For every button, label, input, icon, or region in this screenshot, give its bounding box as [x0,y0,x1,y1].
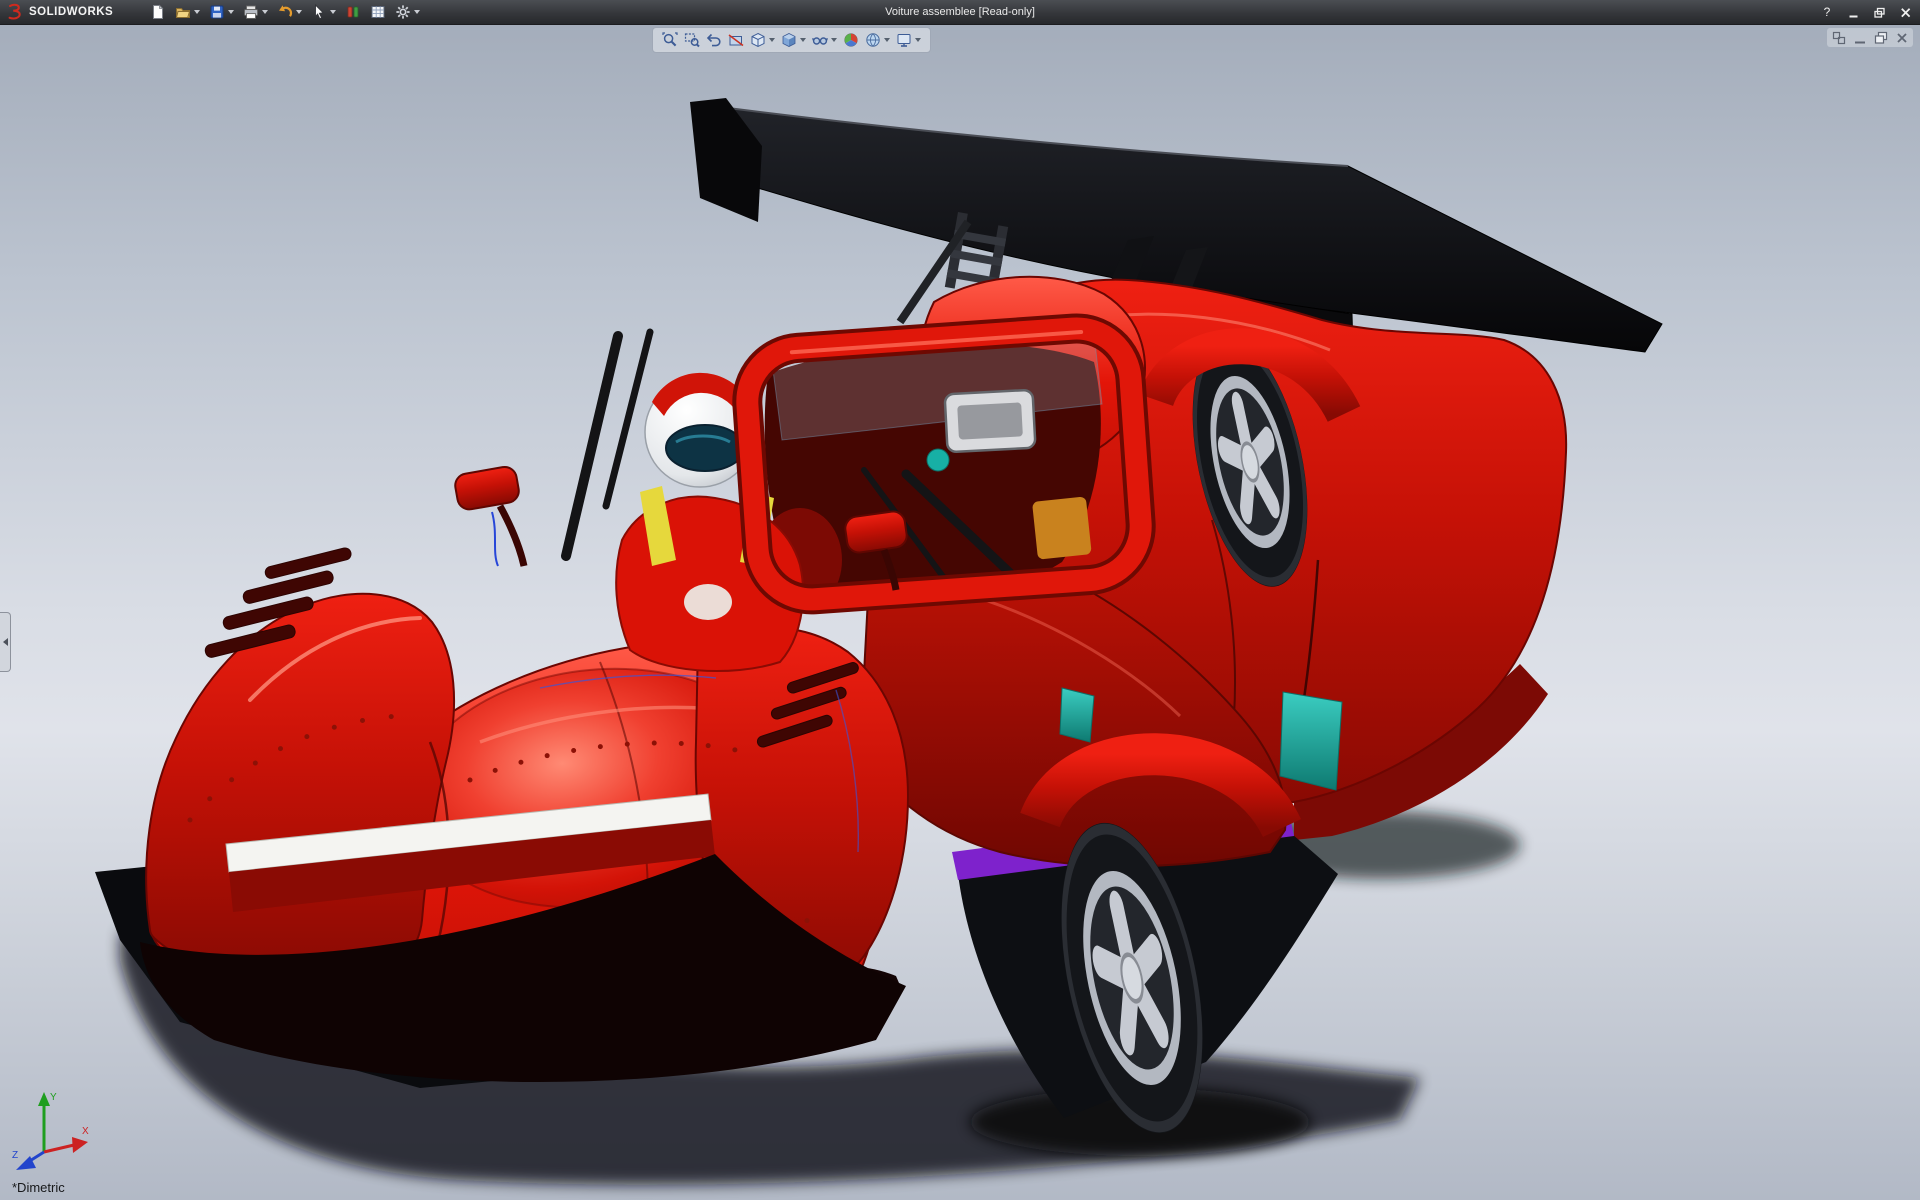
reference-triad: Y X Z [10,1088,96,1174]
doc-minimize-button[interactable] [1852,30,1867,45]
view-orientation-icon [750,32,766,48]
chevron-down-icon [831,38,837,42]
triad-z-label: Z [12,1150,18,1161]
save-button[interactable] [206,2,237,22]
new-document-icon [150,4,166,20]
zoom-to-fit-icon [662,32,678,48]
featuremanager-collapsed-tab[interactable] [0,612,11,672]
display-style-icon [781,32,797,48]
chevron-down-icon [262,10,268,14]
front-left-fender [146,594,454,981]
section-view-icon [728,32,744,48]
view-settings-icon [896,32,912,48]
close-icon [1900,7,1911,18]
app-logo: SOLIDWORKS [0,3,123,21]
new-document-button[interactable] [147,2,169,22]
chevron-down-icon [915,38,921,42]
hide-show-items-icon [812,32,828,48]
chevron-left-icon [3,638,8,646]
titlebar: SOLIDWORKS Voiture assemblee [Read-only]… [0,0,1920,25]
edit-appearance-icon [843,32,859,48]
triad-x-label: X [82,1126,89,1137]
save-icon [209,4,225,20]
options-button[interactable] [392,2,423,22]
chevron-down-icon [884,38,890,42]
previous-view-icon [706,32,722,48]
zoom-to-area-button[interactable] [682,30,702,50]
window-controls: ? [1816,0,1916,24]
zoom-to-area-icon [684,32,700,48]
helmet-visor [666,425,744,471]
heads-up-view-toolbar [652,27,931,53]
doc-restore-icon [1874,31,1888,45]
select-cursor-icon [311,4,327,20]
chevron-down-icon [414,10,420,14]
previous-view-button[interactable] [704,30,724,50]
chevron-down-icon [800,38,806,42]
door-window-teal [1280,692,1342,790]
chevron-down-icon [296,10,302,14]
restore-icon [1874,7,1885,18]
chevron-down-icon [330,10,336,14]
tile-windows-icon [1832,31,1846,45]
solidworks-window: SOLIDWORKS Voiture assemblee [Read-only]… [0,0,1920,1200]
chevron-down-icon [769,38,775,42]
design-grid-button[interactable] [367,2,389,22]
undo-icon [277,4,293,20]
help-button[interactable]: ? [1816,3,1838,21]
open-button[interactable] [172,2,203,22]
tile-windows-button[interactable] [1831,30,1846,45]
print-icon [243,4,259,20]
selection-filter-button[interactable] [342,2,364,22]
view-orientation-label: *Dimetric [12,1180,65,1195]
restore-button[interactable] [1868,3,1890,21]
solidworks-logo-icon [6,3,24,21]
chevron-down-icon [228,10,234,14]
chevron-down-icon [194,10,200,14]
section-view-button[interactable] [726,30,746,50]
edit-appearance-button[interactable] [841,30,861,50]
undo-button[interactable] [274,2,305,22]
teal-roundel [927,449,949,471]
minimize-icon [1848,7,1859,18]
triad-y-label: Y [50,1092,57,1103]
apply-scene-icon [865,32,881,48]
doc-close-button[interactable] [1894,30,1909,45]
rearview-mirror[interactable] [945,390,1036,453]
display-style-button[interactable] [779,30,808,50]
interior-orange-right [1032,496,1092,559]
zoom-to-fit-button[interactable] [660,30,680,50]
open-folder-icon [175,4,191,20]
view-settings-button[interactable] [894,30,923,50]
doc-close-icon [1895,31,1909,45]
selection-filter-icon [345,4,361,20]
gear-icon [395,4,411,20]
doc-restore-button[interactable] [1873,30,1888,45]
apply-scene-button[interactable] [863,30,892,50]
graphics-area[interactable]: Y X Z *Dimetric [0,24,1920,1200]
side-window-teal [1060,688,1094,742]
design-grid-icon [370,4,386,20]
viewport-canvas[interactable] [0,24,1920,1200]
close-button[interactable] [1894,3,1916,21]
view-orientation-button[interactable] [748,30,777,50]
hide-show-items-button[interactable] [810,30,839,50]
document-window-controls [1827,28,1913,47]
minimize-button[interactable] [1842,3,1864,21]
select-button[interactable] [308,2,339,22]
titlebar-toolbar [147,2,423,22]
print-button[interactable] [240,2,271,22]
app-name: SOLIDWORKS [29,6,113,18]
doc-minimize-icon [1853,31,1867,45]
window-title: Voiture assemblee [Read-only] [885,6,1035,18]
